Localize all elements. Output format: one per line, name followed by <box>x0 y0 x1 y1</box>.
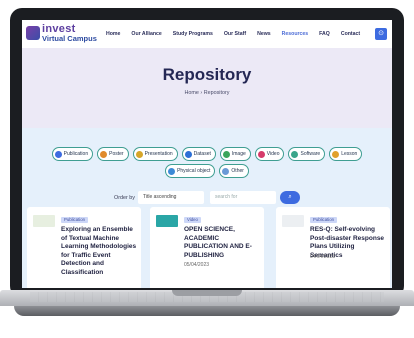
filter-chip-label: Dataset <box>193 151 211 157</box>
filter-chip-physical-object[interactable]: Physical object <box>165 164 216 178</box>
filter-chip-lesson[interactable]: Lesson <box>329 147 363 161</box>
card-thumbnail <box>33 215 55 227</box>
filter-chip-label: Video <box>266 151 280 157</box>
card-date: 04/04/2023 <box>310 253 336 260</box>
filter-chip-label: Lesson <box>341 151 358 157</box>
nav-item-our-alliance[interactable]: Our Alliance <box>131 31 161 37</box>
laptop-bottom <box>14 306 400 316</box>
video-icon <box>257 150 265 158</box>
filter-chip-label: Presentation <box>144 151 173 157</box>
search-button[interactable]: ⌕ <box>280 191 300 204</box>
top-navigation: invest Virtual Campus Home Our Alliance St… <box>22 20 392 48</box>
card-title[interactable]: Exploring an Ensemble of Textual Machine… <box>61 226 137 278</box>
filter-chip-publication[interactable]: Publication <box>51 147 94 161</box>
filter-chip-label: Other <box>231 168 244 174</box>
laptop-base <box>0 290 414 324</box>
page-title: Repository <box>162 65 252 84</box>
filter-chip-dataset[interactable]: Dataset <box>181 147 216 161</box>
filter-chip-poster[interactable]: Poster <box>97 147 129 161</box>
poster-icon <box>100 150 108 158</box>
filter-chip-software[interactable]: Software <box>288 147 326 161</box>
filter-chip-label: Publication <box>63 151 89 157</box>
card-type-badge: Publication <box>310 217 338 223</box>
result-card[interactable]: Publication RES-Q: Self-evolving Post-dis… <box>276 207 390 288</box>
dataset-icon <box>184 150 192 158</box>
filter-chip-label: Poster <box>109 151 124 157</box>
card-date: 05/04/2023 <box>184 262 210 269</box>
filter-chip-other[interactable]: Other <box>219 164 249 178</box>
laptop-notch <box>172 290 242 296</box>
filter-chip-presentation[interactable]: Presentation <box>132 147 178 161</box>
filter-chip-label: Physical object <box>177 168 211 174</box>
order-by-label: Order by <box>114 195 135 201</box>
logo-icon <box>26 26 40 40</box>
document-icon <box>54 150 62 158</box>
nav-item-home[interactable]: Home <box>106 31 120 37</box>
presentation-icon <box>135 150 143 158</box>
globe-icon <box>168 167 176 175</box>
nav-item-our-staff[interactable]: Our Staff <box>224 31 246 37</box>
filter-chip-label: Image <box>231 151 246 157</box>
nav-item-faq[interactable]: FAQ <box>319 31 330 37</box>
order-by-select[interactable]: Title ascending <box>138 191 204 204</box>
card-type-badge: Video <box>184 217 201 223</box>
nav-item-news[interactable]: News <box>257 31 271 37</box>
filter-chip-row-2: Physical object Other <box>22 164 392 178</box>
logo-text-bottom: Virtual Campus <box>42 34 97 43</box>
other-icon <box>222 167 230 175</box>
card-type-badge: Publication <box>61 217 89 223</box>
result-card[interactable]: Publication Exploring an Ensemble of Text… <box>27 207 141 288</box>
search-input[interactable]: search for <box>210 191 276 204</box>
nav-item-contact[interactable]: Contact <box>341 31 360 37</box>
card-thumbnail <box>282 215 304 227</box>
image-icon <box>222 150 230 158</box>
filter-chip-row-1: Publication Poster Presentation Dataset Imag… <box>22 147 392 161</box>
browser-viewport: invest Virtual Campus Home Our Alliance St… <box>22 20 392 288</box>
filter-chip-label: Software <box>300 151 321 157</box>
nav-menu: Home Our Alliance Study Programs Our Staff N… <box>106 20 371 48</box>
lesson-icon <box>332 150 340 158</box>
result-card[interactable]: Video OPEN SCIENCE, ACADEMIC PUBLICATION … <box>150 207 264 288</box>
filter-chip-video[interactable]: Video <box>254 147 285 161</box>
page-header: Repository Home › Repository <box>22 48 392 128</box>
site-logo[interactable]: invest Virtual Campus <box>26 23 102 45</box>
software-icon <box>291 150 299 158</box>
nav-action-button[interactable]: ⊙ <box>375 28 387 40</box>
breadcrumb: Home › Repository <box>184 90 230 96</box>
card-title[interactable]: OPEN SCIENCE, ACADEMIC PUBLICATION AND E… <box>184 226 260 260</box>
card-thumbnail <box>156 215 178 227</box>
nav-item-study-programs[interactable]: Study Programs <box>173 31 213 37</box>
filter-chip-image[interactable]: Image <box>219 147 251 161</box>
nav-item-resources[interactable]: Resources <box>282 31 309 37</box>
